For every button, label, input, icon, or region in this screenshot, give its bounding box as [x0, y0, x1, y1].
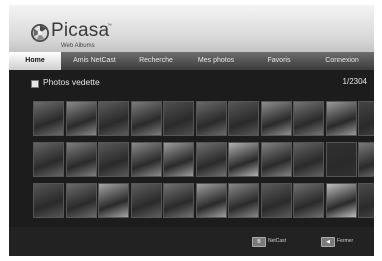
- photo-thumbnail[interactable]: [260, 142, 292, 177]
- section-header: Photos vedette 1/2304: [31, 77, 367, 91]
- photo-thumbnail[interactable]: [358, 101, 374, 136]
- photo-thumbnail[interactable]: [33, 183, 64, 218]
- picasa-logo: Picasa ™ Web Albums: [31, 20, 151, 50]
- tab-mes-photos[interactable]: Mes photos: [184, 52, 248, 70]
- main-nav: Home Amis NetCast Recherche Mes photos F…: [9, 52, 374, 70]
- photo-thumbnail[interactable]: [98, 183, 129, 218]
- tv-screen: Picasa ™ Web Albums Home Amis NetCast Re…: [9, 5, 374, 256]
- photo-thumbnail[interactable]: [325, 183, 357, 218]
- photo-thumbnail[interactable]: [293, 142, 324, 177]
- picasa-logo-icon: [31, 24, 49, 42]
- tab-home[interactable]: Home: [9, 52, 61, 70]
- footer-hint-fermer[interactable]: ◀ Fermer: [321, 237, 371, 247]
- tab-amis-netcast[interactable]: Amis NetCast: [61, 52, 128, 70]
- trademark-mark: ™: [107, 23, 112, 29]
- footer-hint-netcast[interactable]: B NetCast: [252, 237, 302, 247]
- photo-thumbnail[interactable]: [163, 101, 194, 136]
- photo-thumbnail[interactable]: [260, 183, 292, 218]
- app-name: Picasa: [51, 20, 110, 41]
- netcast-key-icon: B: [252, 237, 266, 247]
- photo-thumbnail[interactable]: [33, 142, 64, 177]
- tab-favoris[interactable]: Favoris: [248, 52, 310, 70]
- photo-thumbnail[interactable]: [325, 101, 357, 136]
- tab-connexion[interactable]: Connexion: [310, 52, 374, 70]
- page-counter: 1/2304: [342, 77, 367, 86]
- section-title: Photos vedette: [43, 77, 100, 87]
- photo-thumbnail[interactable]: [195, 142, 227, 177]
- section-bullet-icon: [31, 80, 39, 88]
- photo-thumbnail[interactable]: [358, 142, 374, 177]
- photo-thumbnail[interactable]: [65, 183, 97, 218]
- photo-thumbnail[interactable]: [33, 101, 64, 136]
- tab-recherche[interactable]: Recherche: [128, 52, 184, 70]
- photo-thumbnail[interactable]: [260, 101, 292, 136]
- footer-hint-label: NetCast: [268, 238, 287, 244]
- photo-thumbnail[interactable]: [65, 101, 97, 136]
- photo-thumbnail[interactable]: [325, 142, 357, 177]
- photo-thumbnail[interactable]: [228, 183, 259, 218]
- photo-thumbnail[interactable]: [98, 142, 129, 177]
- photo-thumbnail[interactable]: [195, 101, 227, 136]
- photo-thumbnail[interactable]: [65, 142, 97, 177]
- app-header: Picasa ™ Web Albums: [9, 5, 374, 52]
- photo-thumbnail[interactable]: [130, 101, 162, 136]
- photo-thumbnail[interactable]: [195, 183, 227, 218]
- photo-thumbnail[interactable]: [293, 183, 324, 218]
- photo-thumbnail[interactable]: [130, 142, 162, 177]
- photo-thumbnail[interactable]: [163, 183, 194, 218]
- photo-thumbnail[interactable]: [293, 101, 324, 136]
- app-subtitle: Web Albums: [61, 43, 95, 49]
- photo-thumbnail[interactable]: [228, 101, 259, 136]
- photo-grid: [33, 101, 374, 223]
- photo-thumbnail[interactable]: [228, 142, 259, 177]
- photo-thumbnail[interactable]: [98, 101, 129, 136]
- photo-thumbnail[interactable]: [130, 183, 162, 218]
- back-key-icon: ◀: [321, 237, 335, 247]
- footer-hint-label: Fermer: [337, 238, 354, 244]
- photo-thumbnail[interactable]: [163, 142, 194, 177]
- photo-thumbnail[interactable]: [358, 183, 374, 218]
- footer-bar: B NetCast ◀ Fermer: [9, 227, 374, 256]
